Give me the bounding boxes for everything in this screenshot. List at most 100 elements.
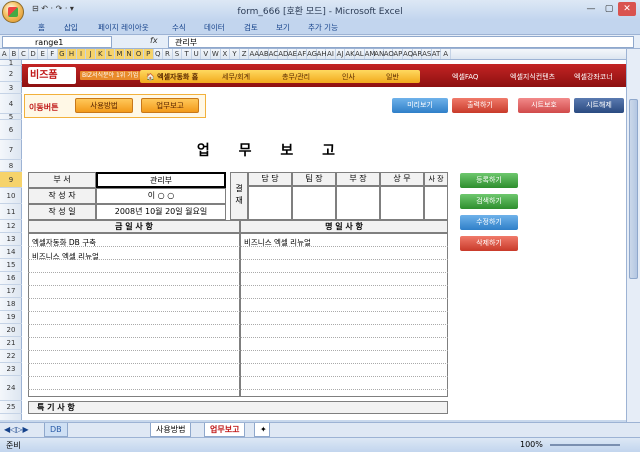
sheet-tab-db[interactable]: DB (44, 423, 68, 437)
column-header[interactable]: R (163, 49, 173, 59)
nav-general[interactable]: 일반 (386, 72, 399, 82)
link-excel-faq[interactable]: 엑셀FAQ (452, 72, 478, 82)
row-header[interactable]: 12 (0, 220, 22, 233)
column-header[interactable]: J (86, 49, 96, 59)
row-header[interactable]: 20 (0, 324, 22, 337)
column-header[interactable]: AR (413, 49, 422, 59)
column-header[interactable]: C (19, 49, 29, 59)
column-header[interactable]: AH (317, 49, 327, 59)
close-icon[interactable]: ✕ (618, 2, 636, 16)
date-value[interactable]: 2008년 10월 20일 월요일 (96, 204, 226, 220)
column-header[interactable]: M (115, 49, 125, 59)
sign-box-president[interactable] (424, 186, 448, 220)
column-header[interactable]: V (201, 49, 212, 59)
row-header[interactable]: 11 (0, 204, 22, 220)
column-header[interactable]: K (95, 49, 106, 59)
row-header[interactable]: 22 (0, 350, 22, 363)
sheet-tab-report[interactable]: 업무보고 (204, 423, 246, 437)
row-header[interactable]: 7 (0, 140, 22, 160)
row-header[interactable]: 3 (0, 82, 22, 94)
name-box[interactable]: range1 (2, 36, 112, 48)
row-header[interactable]: 17 (0, 285, 22, 298)
scroll-thumb[interactable] (629, 99, 638, 279)
register-button[interactable]: 등록하기 (460, 173, 518, 188)
column-header[interactable]: AQ (403, 49, 413, 59)
column-header[interactable]: N (124, 49, 135, 59)
nav-hr[interactable]: 인사 (342, 72, 355, 82)
zoom-slider[interactable] (550, 444, 620, 446)
column-header[interactable]: AB (259, 49, 269, 59)
row-header[interactable]: 19 (0, 311, 22, 324)
tab-data[interactable]: 데이터 (204, 22, 225, 33)
column-header[interactable]: AO (384, 49, 394, 59)
column-header[interactable]: T (182, 49, 192, 59)
fx-icon[interactable]: fx (150, 36, 158, 45)
column-header[interactable]: O (134, 49, 144, 59)
author-value[interactable]: 이 ○ ○ (96, 188, 226, 204)
tab-review[interactable]: 검토 (244, 22, 258, 33)
print-button[interactable]: 출력하기 (452, 98, 508, 113)
zoom-level[interactable]: 100% (520, 440, 543, 449)
link-excel-knowledge[interactable]: 엑셀지식컨텐츠 (510, 72, 555, 82)
column-header[interactable]: AD (278, 49, 288, 59)
column-header[interactable]: S (173, 49, 183, 59)
column-header[interactable]: AA (249, 49, 259, 59)
column-header[interactable]: I (76, 49, 87, 59)
new-sheet-icon[interactable]: ✦ (254, 423, 270, 437)
sheet-tab-usage[interactable]: 사용방법 (150, 423, 192, 437)
row-header[interactable]: 14 (0, 246, 22, 259)
nav-home[interactable]: 🏠 엑셀자동화 홈 (146, 72, 198, 82)
preview-button[interactable]: 미리보기 (392, 98, 448, 113)
row-header[interactable]: 24 (0, 376, 22, 401)
usage-button[interactable]: 사용방법 (75, 98, 133, 113)
sign-box-director[interactable] (380, 186, 424, 220)
row-header[interactable]: 4 (0, 94, 22, 114)
tab-home[interactable]: 홈 (38, 22, 45, 33)
column-header[interactable]: AG (307, 49, 317, 59)
column-header[interactable]: AL (355, 49, 365, 59)
row-header[interactable]: 2 (0, 66, 22, 82)
row-header[interactable]: 18 (0, 298, 22, 311)
worksheet[interactable]: 비즈폼 BIZ서식분야 1위 기업 🏠 엑셀자동화 홈 세무/회계 총무/관리 … (22, 60, 626, 420)
column-header[interactable]: AI (326, 49, 336, 59)
office-button[interactable] (2, 1, 24, 23)
column-header[interactable]: W (211, 49, 221, 59)
column-header[interactable]: Q (154, 49, 164, 59)
column-header[interactable]: D (29, 49, 39, 59)
column-header[interactable]: AP (393, 49, 403, 59)
edit-button[interactable]: 수정하기 (460, 215, 518, 230)
minimize-icon[interactable]: — (582, 2, 600, 16)
row-header[interactable]: 9 (0, 172, 22, 188)
row-header[interactable]: 10 (0, 188, 22, 204)
column-header[interactable]: Y (230, 49, 240, 59)
formula-input[interactable]: 관리부 (168, 36, 634, 48)
column-header[interactable]: AF (297, 49, 307, 59)
unprotect-sheet-button[interactable]: 시트해제 (574, 98, 624, 113)
delete-button[interactable]: 삭제하기 (460, 236, 518, 251)
search-button[interactable]: 검색하기 (460, 194, 518, 209)
column-header[interactable]: AE (288, 49, 298, 59)
bizform-logo[interactable]: 비즈폼 (28, 67, 76, 84)
column-header[interactable]: X (221, 49, 231, 59)
tab-insert[interactable]: 삽입 (64, 22, 78, 33)
column-header[interactable]: G (57, 49, 68, 59)
sign-box-staff[interactable] (248, 186, 292, 220)
vertical-scrollbar[interactable] (626, 49, 640, 422)
row-header[interactable]: 6 (0, 120, 22, 140)
column-header[interactable]: AT (432, 49, 442, 59)
column-header[interactable]: Z (240, 49, 250, 59)
tab-addins[interactable]: 추가 기능 (308, 22, 338, 33)
column-header[interactable]: P (143, 49, 154, 59)
row-header[interactable]: 15 (0, 259, 22, 272)
sign-box-manager[interactable] (336, 186, 380, 220)
tab-formulas[interactable]: 수식 (172, 22, 186, 33)
tab-view[interactable]: 보기 (276, 22, 290, 33)
column-header[interactable]: AS (422, 49, 432, 59)
maximize-icon[interactable]: ▢ (600, 2, 618, 16)
dept-value[interactable]: 관리부 (96, 172, 226, 188)
row-header[interactable]: 16 (0, 272, 22, 285)
row-header[interactable]: 13 (0, 233, 22, 246)
tab-scroll-arrows-icon[interactable]: ◀◁▷▶ (4, 425, 29, 434)
column-header[interactable]: H (67, 49, 77, 59)
row-header[interactable]: 8 (0, 160, 22, 172)
